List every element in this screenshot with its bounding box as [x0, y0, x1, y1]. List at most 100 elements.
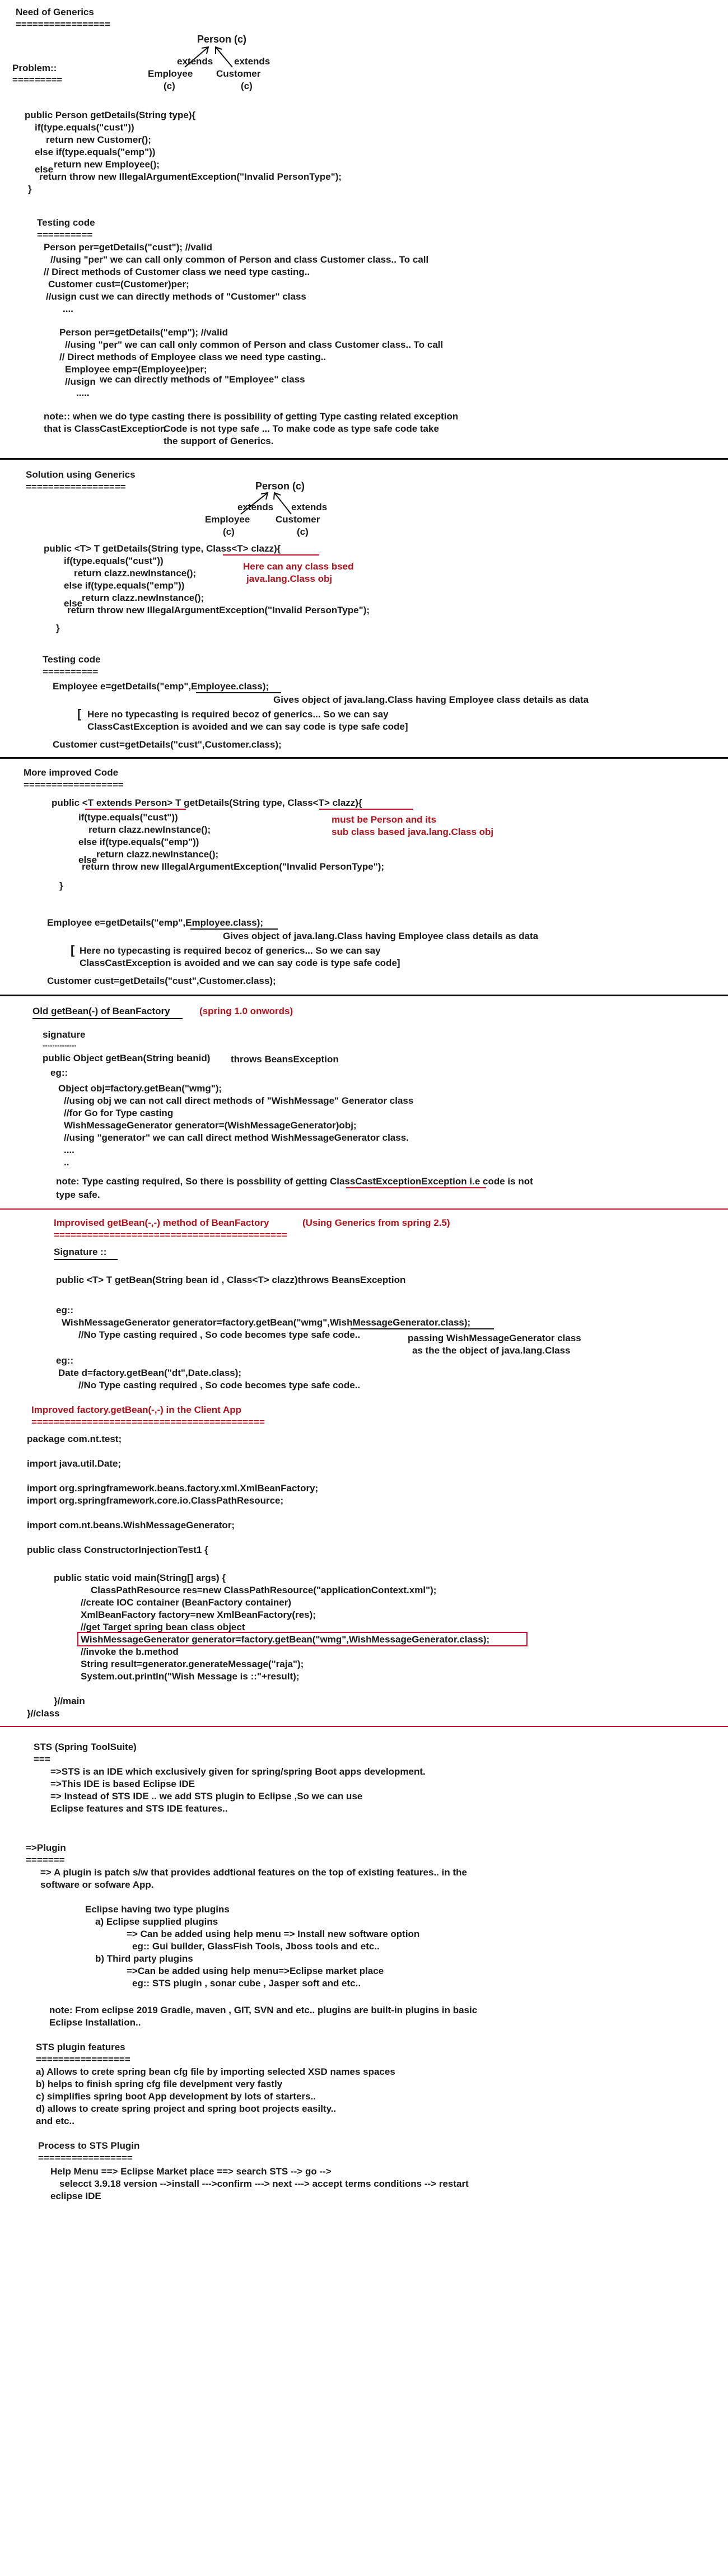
code-line: public class ConstructorInjectionTest1 {: [27, 1544, 208, 1555]
code-line: //using "generator" we can call direct m…: [64, 1132, 409, 1143]
plugin-line: software or sofware App.: [40, 1879, 154, 1890]
section-divider: [0, 995, 728, 996]
customer-call-line: Customer cust=getDetails("cust",Customer…: [47, 976, 276, 986]
sts-line: =>STS is an IDE which exclusively given …: [50, 1766, 426, 1777]
code-line: System.out.println("Wish Message is ::"+…: [81, 1671, 300, 1682]
code-line: }: [56, 623, 60, 633]
code-line: //for Go for Type casting: [64, 1108, 174, 1118]
employee-call-line: Employee e=getDetails("emp",Employee.cla…: [53, 681, 269, 692]
plugin-types: Eclipse having two type plugins: [85, 1904, 230, 1915]
plugin-line: eg:: Gui builder, GlassFish Tools, Jboss…: [132, 1941, 380, 1952]
arg-underline: [196, 692, 281, 693]
code-line: import org.springframework.beans.factory…: [27, 1483, 319, 1494]
code-line: return clazz.newInstance();: [82, 592, 204, 603]
here-note: Here no typecasting is required becoz of…: [80, 945, 381, 956]
code-line: //invoke the b.method: [81, 1646, 179, 1657]
here-note: ClassCastException is avoided and we can…: [80, 958, 400, 968]
code-line: }//main: [54, 1696, 85, 1706]
title-underline-bar: [32, 1018, 183, 1019]
diagram-child-employee-c: (c): [223, 526, 235, 537]
code-line: }//class: [27, 1708, 60, 1719]
code-comment: //No Type casting required , So code bec…: [78, 1329, 361, 1340]
section-title-sts-features: STS plugin features: [36, 2042, 125, 2052]
param-underline: [223, 554, 319, 556]
code-line: //create IOC container (BeanFactory cont…: [81, 1597, 291, 1608]
code-line: return clazz.newInstance();: [96, 849, 219, 860]
plugin-line: => Can be added using help menu => Insta…: [127, 1929, 420, 1939]
code-line: Object obj=factory.getBean("wmg");: [58, 1083, 222, 1094]
code-line: else if(type.equals("emp")): [64, 580, 185, 591]
title-underline: ===: [34, 1754, 50, 1765]
code-line: return throw new IllegalArgumentExceptio…: [82, 861, 385, 872]
generics-version-note: (Using Generics from spring 2.5): [302, 1217, 450, 1228]
code-line: return clazz.newInstance();: [88, 824, 211, 835]
spring-version-note: (spring 1.0 onwords): [199, 1006, 293, 1016]
section-title-process: Process to STS Plugin: [38, 2140, 140, 2151]
bracket: [: [77, 707, 82, 721]
code-line: //get Target spring bean class object: [81, 1622, 245, 1632]
plugin-note: note: From eclipse 2019 Gradle, maven , …: [49, 2005, 478, 2015]
code-line: ..: [64, 1157, 69, 1168]
testing-code-heading: Testing code: [43, 654, 101, 665]
customer-call-line: Customer cust=getDetails("cust",Customer…: [53, 739, 282, 750]
plugin-line: =>Can be added using help menu=>Eclipse …: [127, 1966, 384, 1976]
gives-note: Gives object of java.lang.Class having E…: [223, 931, 539, 941]
generic-method-signature: public <T> T getDetails(String type, Cla…: [44, 543, 281, 554]
testing-underline: ==========: [43, 666, 99, 677]
exception-underline: [346, 1187, 486, 1188]
title-underline: =======: [26, 1855, 65, 1865]
plugin-type-a: a) Eclipse supplied plugins: [95, 1916, 218, 1927]
code-line: else if(type.equals("emp")): [78, 837, 199, 847]
arg-underline: [351, 1328, 494, 1329]
section-title-client-app: Improved factory.getBean(-,-) in the Cli…: [31, 1404, 241, 1415]
sts-line: => Instead of STS IDE .. we add STS plug…: [50, 1791, 363, 1802]
feature-item: d) allows to create spring project and s…: [36, 2103, 337, 2114]
gives-note: Gives object of java.lang.Class having E…: [273, 694, 589, 705]
signature-label: signature: [43, 1029, 86, 1040]
code-line: import org.springframework.core.io.Class…: [27, 1495, 284, 1506]
inheritance-arrows: [240, 492, 292, 515]
sts-line: =>This IDE is based Eclipse IDE: [50, 1779, 195, 1789]
code-line: import com.nt.beans.WishMessageGenerator…: [27, 1520, 235, 1530]
arg-underline: [190, 928, 278, 930]
signature-label: Signature ::: [54, 1247, 107, 1257]
code-line: //using obj we can not call direct metho…: [64, 1095, 414, 1106]
section-divider-red: [0, 1726, 728, 1727]
section-title-more-improved: More improved Code: [24, 767, 119, 778]
highlighted-code-line: WishMessageGenerator generator=factory.g…: [81, 1634, 490, 1645]
generic-getbean-signature: public <T> T getBean(String bean id , Cl…: [56, 1275, 406, 1285]
here-note: ClassCastException is avoided and we can…: [87, 721, 408, 732]
note-red: java.lang.Class obj: [246, 573, 333, 584]
feature-item: c) simplifies spring boot App developmen…: [36, 2091, 316, 2102]
note-red: sub class based java.lang.Class obj: [332, 827, 494, 837]
param-underline: [319, 809, 413, 810]
code-line: WishMessageGenerator generator=(WishMess…: [64, 1120, 357, 1131]
plugin-type-b: b) Third party plugins: [95, 1953, 193, 1964]
feature-item: a) Allows to crete spring bean cfg file …: [36, 2066, 395, 2077]
feature-item: and etc..: [36, 2116, 74, 2126]
note-red: Here can any class bsed: [243, 561, 354, 572]
section-title-old-getbean: Old getBean(-) of BeanFactory: [32, 1006, 170, 1016]
signature-underline-bar: [54, 1259, 118, 1260]
bracket: [: [71, 943, 75, 957]
code-line: if(type.equals("cust")): [78, 812, 178, 823]
eg-label: eg::: [56, 1305, 74, 1315]
title-underline: ==================: [24, 780, 124, 790]
passing-note: as the the object of java.lang.Class: [412, 1345, 571, 1356]
diagram-extends-right: extends: [291, 502, 328, 512]
feature-item: b) helps to finish spring cfg file devel…: [36, 2079, 283, 2089]
eg-label: eg::: [50, 1067, 68, 1078]
code-line: public static void main(String[] args) {: [54, 1572, 226, 1583]
code-line: ClassPathResource res=new ClassPathResou…: [91, 1585, 437, 1595]
diagram-child-customer: Customer: [276, 514, 320, 525]
here-note: Here no typecasting is required becoz of…: [87, 709, 389, 720]
title-underline: =================: [38, 2153, 133, 2163]
title-underline: ========================================…: [54, 1230, 287, 1240]
note-type-casting: note: Type casting required, So there is…: [56, 1176, 533, 1187]
section-title-improvised-getbean: Improvised getBean(-,-) method of BeanFa…: [54, 1217, 269, 1228]
note-red: must be Person and its: [332, 814, 437, 825]
passing-note: passing WishMessageGenerator class: [408, 1333, 581, 1343]
process-line: eclipse IDE: [50, 2191, 101, 2201]
code-line: import java.util.Date;: [27, 1458, 122, 1469]
code-line: String result=generator.generateMessage(…: [81, 1659, 304, 1669]
